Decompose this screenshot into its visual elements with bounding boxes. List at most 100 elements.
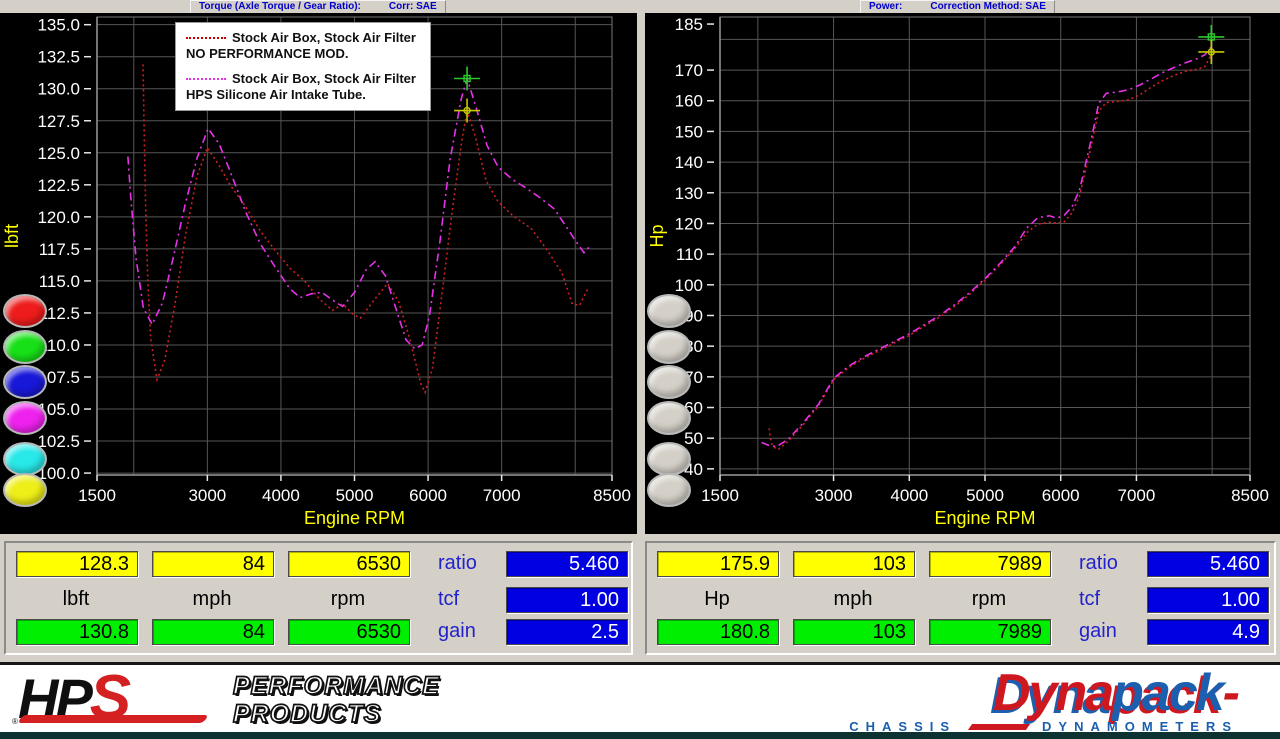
legend-stock-line2: NO PERFORMANCE MOD. [186,46,420,61]
gray-channel-button[interactable] [647,442,691,476]
svg-text:6000: 6000 [1042,486,1080,505]
svg-text:115.0: 115.0 [39,272,80,291]
dynapack-logo: Dynapack- CHASSIS DYNAMOMETERS [849,667,1238,734]
hps-tagline: PERFORMANCE PRODUCTS [233,672,440,728]
gray-channel-button[interactable] [647,365,691,399]
svg-text:4000: 4000 [262,486,300,505]
power-peak-rpm: 7989 [929,619,1051,645]
torque-cursor-speed: 84 [152,551,274,577]
legend-row-hps: Stock Air Box, Stock Air Filter [186,71,420,86]
svg-text:3000: 3000 [815,486,853,505]
rpm-unit-label: rpm [929,587,1049,611]
torque-cursor-value: 128.3 [16,551,138,577]
svg-text:120: 120 [675,214,703,233]
blue-channel-button[interactable] [3,365,47,399]
torque-chart-panel: 135.0132.5130.0127.5125.0122.5120.0117.5… [0,13,637,534]
tcf-field[interactable]: 1.00 [1147,587,1269,613]
svg-text:185: 185 [675,15,703,34]
hps-curve-swatch-icon [186,78,226,80]
torque-header-title: Torque (Axle Torque / Gear Ratio): [199,1,361,13]
torque-cursor-rpm: 6530 [288,551,410,577]
gain-field[interactable]: 4.9 [1147,619,1269,645]
svg-text:125.0: 125.0 [37,144,80,163]
power-header-correction: Correction Method: SAE [930,1,1046,13]
power-cursor-value: 175.9 [657,551,779,577]
red-channel-button[interactable] [3,294,47,328]
gray-channel-button[interactable] [647,294,691,328]
tcf-label: tcf [430,587,508,611]
svg-text:150: 150 [675,122,703,141]
svg-text:130.0: 130.0 [37,80,80,99]
svg-text:5000: 5000 [966,486,1004,505]
power-peak-speed: 103 [793,619,915,645]
svg-text:102.5: 102.5 [37,432,80,451]
svg-text:120.0: 120.0 [37,208,80,227]
svg-text:110: 110 [676,245,703,264]
svg-text:3000: 3000 [188,486,226,505]
tcf-field[interactable]: 1.00 [506,587,628,613]
torque-unit-label: lbft [16,587,136,611]
svg-text:117.5: 117.5 [39,240,80,259]
torque-peak-rpm: 6530 [288,619,410,645]
power-chart[interactable]: 1851701601501401301201101009080706050401… [645,13,1280,534]
bottom-dark-band [0,732,1280,739]
torque-header: Torque (Axle Torque / Gear Ratio): Corr:… [190,0,446,14]
ratio-field[interactable]: 5.460 [506,551,628,577]
svg-text:132.5: 132.5 [37,48,80,67]
ratio-label: ratio [1071,551,1149,575]
svg-text:100: 100 [675,276,703,295]
dynapack-swoosh-icon [968,724,1030,730]
rpm-unit-label: rpm [288,587,408,611]
svg-text:135.0: 135.0 [37,16,80,35]
legend-hps-line2: HPS Silicone Air Intake Tube. [186,87,420,102]
logo-band: HPS ® PERFORMANCE PRODUCTS Dynapack- CHA… [0,662,1280,739]
svg-text:8500: 8500 [1231,486,1269,505]
svg-text:Hp: Hp [647,224,667,247]
stock-curve-swatch-icon [186,37,226,39]
readout-strip: 128.3 84 6530 lbft mph rpm 130.8 84 6530… [0,534,1280,662]
gain-field[interactable]: 2.5 [506,619,628,645]
svg-text:130: 130 [675,184,703,203]
power-cursor-rpm: 7989 [929,551,1051,577]
hps-swoosh-icon [17,715,209,723]
gray-channel-button[interactable] [647,473,691,507]
green-channel-button[interactable] [3,330,47,364]
power-cursor-speed: 103 [793,551,915,577]
ratio-field[interactable]: 5.460 [1147,551,1269,577]
svg-text:4000: 4000 [890,486,928,505]
svg-text:6000: 6000 [409,486,447,505]
torque-readout-panel: 128.3 84 6530 lbft mph rpm 130.8 84 6530… [4,541,633,655]
power-readout-panel: 175.9 103 7989 Hp mph rpm 180.8 103 7989… [645,541,1276,655]
legend-row-stock: Stock Air Box, Stock Air Filter [186,30,420,45]
svg-text:Engine RPM: Engine RPM [304,508,405,528]
svg-text:127.5: 127.5 [37,112,80,131]
speed-unit-label: mph [152,587,272,611]
tcf-label: tcf [1071,587,1149,611]
svg-text:1500: 1500 [78,486,116,505]
svg-text:50: 50 [684,429,703,448]
svg-text:140: 140 [675,153,703,172]
gray-channel-button[interactable] [647,401,691,435]
power-chart-panel: 1851701601501401301201101009080706050401… [645,13,1280,534]
svg-text:lbft: lbft [2,224,22,248]
torque-header-correction: Corr: SAE [389,1,437,13]
header-strip: Torque (Axle Torque / Gear Ratio): Corr:… [0,0,1280,13]
torque-peak-speed: 84 [152,619,274,645]
legend-hps-line1: Stock Air Box, Stock Air Filter [232,71,416,86]
magenta-channel-button[interactable] [3,401,47,435]
power-unit-label: Hp [657,587,777,611]
power-peak-value: 180.8 [657,619,779,645]
power-header-title: Power: [869,1,902,13]
cyan-channel-button[interactable] [3,442,47,476]
registered-mark: ® [12,717,18,726]
svg-text:170: 170 [675,61,703,80]
legend-stock-line1: Stock Air Box, Stock Air Filter [232,30,416,45]
svg-text:160: 160 [675,92,703,111]
gray-channel-button[interactable] [647,330,691,364]
power-header: Power: Correction Method: SAE [860,0,1055,14]
svg-text:7000: 7000 [1118,486,1156,505]
yellow-channel-button[interactable] [3,473,47,507]
svg-text:8500: 8500 [593,486,631,505]
hps-logo: HPS ® PERFORMANCE PRODUCTS [18,669,128,731]
chart-legend: Stock Air Box, Stock Air Filter NO PERFO… [175,22,431,111]
